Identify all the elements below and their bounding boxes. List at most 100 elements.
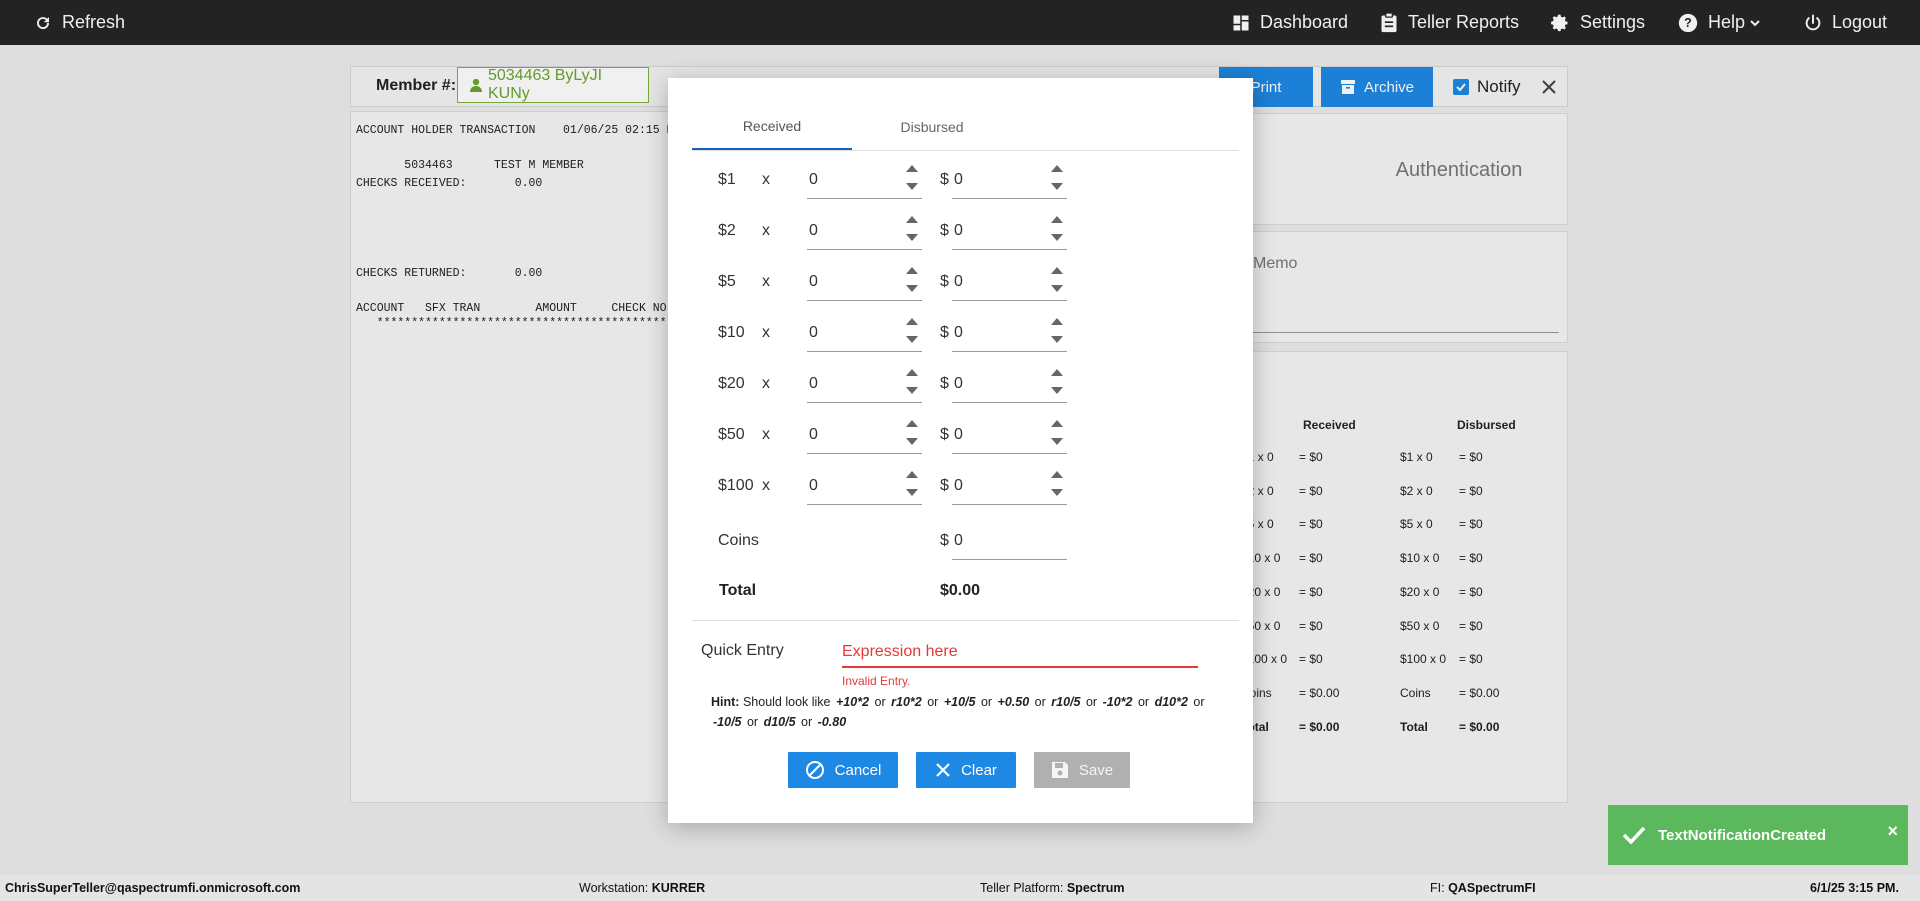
spin-down-icon[interactable] xyxy=(1051,489,1063,496)
spinner[interactable] xyxy=(1049,418,1065,452)
spin-up-icon[interactable] xyxy=(906,471,918,478)
amount-stepper[interactable]: 0 xyxy=(952,418,1067,454)
spin-down-icon[interactable] xyxy=(1051,285,1063,292)
spin-up-icon[interactable] xyxy=(1051,216,1063,223)
spin-up-icon[interactable] xyxy=(906,318,918,325)
tab-received[interactable]: Received xyxy=(692,104,852,150)
quantity-stepper[interactable]: 0 xyxy=(807,469,922,505)
amount-value: 0 xyxy=(954,477,963,494)
denomination-label: $20 xyxy=(718,375,745,392)
hint-example: +0.50 xyxy=(997,695,1030,709)
quantity-stepper[interactable]: 0 xyxy=(807,214,922,250)
quick-entry-input[interactable] xyxy=(842,638,1198,668)
hint-or: or xyxy=(980,695,993,709)
spinner[interactable] xyxy=(1049,469,1065,503)
spinner[interactable] xyxy=(1049,316,1065,350)
coins-amount-field[interactable]: 0 xyxy=(952,524,1067,560)
denomination-label: $1 xyxy=(718,171,736,188)
quantity-stepper[interactable]: 0 xyxy=(807,316,922,352)
spinner[interactable] xyxy=(1049,265,1065,299)
spin-up-icon[interactable] xyxy=(1051,369,1063,376)
quick-entry-hint: Hint: Should look like +10*2 or r10*2 or… xyxy=(711,692,1211,732)
spinner[interactable] xyxy=(904,367,920,401)
clear-label: Clear xyxy=(961,761,997,779)
spin-up-icon[interactable] xyxy=(1051,420,1063,427)
dollar-sign: $ xyxy=(940,273,949,290)
quantity-stepper[interactable]: 0 xyxy=(807,418,922,454)
spin-up-icon[interactable] xyxy=(1051,318,1063,325)
amount-stepper[interactable]: 0 xyxy=(952,367,1067,403)
floppy-icon xyxy=(1051,762,1068,778)
hint-or: or xyxy=(1137,695,1150,709)
spin-down-icon[interactable] xyxy=(906,438,918,445)
cancel-button[interactable]: Cancel xyxy=(788,752,898,788)
cancel-label: Cancel xyxy=(834,761,882,779)
spin-down-icon[interactable] xyxy=(1051,336,1063,343)
status-user: ChrisSuperTeller@qaspectrumfi.onmicrosof… xyxy=(5,881,301,895)
hint-example: r10/5 xyxy=(1051,695,1081,709)
denomination-row: $100 x 0 $0 xyxy=(668,469,1253,509)
spin-down-icon[interactable] xyxy=(1051,234,1063,241)
spinner[interactable] xyxy=(904,265,920,299)
spinner[interactable] xyxy=(904,214,920,248)
ban-icon xyxy=(805,761,824,779)
spin-up-icon[interactable] xyxy=(906,267,918,274)
workstation-label: Workstation: xyxy=(579,881,649,895)
spin-up-icon[interactable] xyxy=(1051,165,1063,172)
hint-or: or xyxy=(1034,695,1046,709)
multiply-sign: x xyxy=(762,171,770,188)
spin-up-icon[interactable] xyxy=(906,216,918,223)
hint-or: or xyxy=(874,695,886,709)
spinner[interactable] xyxy=(1049,214,1065,248)
denomination-row: $10 x 0 $0 xyxy=(668,316,1253,356)
spin-down-icon[interactable] xyxy=(906,285,918,292)
amount-stepper[interactable]: 0 xyxy=(952,163,1067,199)
save-button[interactable]: Save xyxy=(1034,752,1130,788)
coins-row: Coins $ 0 xyxy=(668,524,1253,564)
hint-or: or xyxy=(801,715,813,729)
spinner[interactable] xyxy=(904,418,920,452)
quantity-stepper[interactable]: 0 xyxy=(807,265,922,301)
close-icon xyxy=(936,763,950,777)
status-workstation: Workstation: KURRER xyxy=(579,881,705,895)
spinner[interactable] xyxy=(904,316,920,350)
spinner[interactable] xyxy=(1049,163,1065,197)
spin-up-icon[interactable] xyxy=(1051,471,1063,478)
spin-down-icon[interactable] xyxy=(1051,183,1063,190)
hint-example: +10*2 xyxy=(836,695,870,709)
spin-down-icon[interactable] xyxy=(906,387,918,394)
amount-stepper[interactable]: 0 xyxy=(952,316,1067,352)
hint-example: d10*2 xyxy=(1154,695,1188,709)
spin-up-icon[interactable] xyxy=(906,420,918,427)
denomination-label: $10 xyxy=(718,324,745,341)
fi-value: QASpectrumFI xyxy=(1448,881,1536,895)
clear-button[interactable]: Clear xyxy=(916,752,1016,788)
dollar-sign: $ xyxy=(940,324,949,341)
quantity-value: 0 xyxy=(809,375,818,392)
spin-down-icon[interactable] xyxy=(906,336,918,343)
quantity-stepper[interactable]: 0 xyxy=(807,163,922,199)
toast-close-button[interactable]: × xyxy=(1887,821,1898,842)
spin-up-icon[interactable] xyxy=(1051,267,1063,274)
spin-down-icon[interactable] xyxy=(1051,438,1063,445)
hint-example: -0.80 xyxy=(817,715,847,729)
spin-up-icon[interactable] xyxy=(906,165,918,172)
spin-down-icon[interactable] xyxy=(1051,387,1063,394)
spin-down-icon[interactable] xyxy=(906,489,918,496)
spinner[interactable] xyxy=(904,163,920,197)
hint-example: -10/5 xyxy=(713,715,742,729)
tab-disbursed[interactable]: Disbursed xyxy=(852,104,1012,150)
notification-toast: TextNotificationCreated × xyxy=(1608,805,1908,865)
amount-stepper[interactable]: 0 xyxy=(952,214,1067,250)
toast-message: TextNotificationCreated xyxy=(1658,826,1827,844)
spin-down-icon[interactable] xyxy=(906,183,918,190)
amount-stepper[interactable]: 0 xyxy=(952,265,1067,301)
quantity-value: 0 xyxy=(809,324,818,341)
spinner[interactable] xyxy=(1049,367,1065,401)
spin-down-icon[interactable] xyxy=(906,234,918,241)
spinner[interactable] xyxy=(904,469,920,503)
spin-up-icon[interactable] xyxy=(906,369,918,376)
amount-stepper[interactable]: 0 xyxy=(952,469,1067,505)
quantity-value: 0 xyxy=(809,222,818,239)
quantity-stepper[interactable]: 0 xyxy=(807,367,922,403)
